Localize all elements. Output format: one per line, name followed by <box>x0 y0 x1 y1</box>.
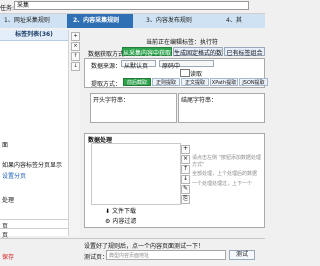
source-select[interactable]: 从默认页 <box>121 60 156 70</box>
process-list[interactable] <box>91 143 181 205</box>
process-hint-1: 请点击左侧 "按钮添加数据处理方式" <box>192 155 261 168</box>
end-string-box[interactable]: 结尾字符串： <box>178 93 265 123</box>
extract-tab-between[interactable]: 前后截取 <box>123 78 151 86</box>
process-toolbar: + × ↑ ↓ ✎ ⎘ <box>180 143 190 204</box>
left-line1: 面 <box>2 142 9 149</box>
bottom-bar: 设置好了规则后，点一个内容页面测试一下！ 测试页： 典型内容页面地址 测试 保存 <box>0 238 265 266</box>
move-down-icon[interactable]: ↓ <box>71 62 80 71</box>
test-hint: 设置好了规则后，点一个内容页面测试一下！ <box>84 243 205 250</box>
task-label: 任务: <box>0 5 15 12</box>
tab-content-rules[interactable]: 2、内容采集规则 <box>67 14 133 28</box>
data-process-section: 数据处理 + × ↑ ↓ ✎ ⎘ 请点击左侧 "按钮添加数据处理方式" 全部处理… <box>84 133 265 228</box>
copy-icon[interactable]: ⎘ <box>181 195 190 204</box>
source-label: 数据来源： <box>91 63 122 70</box>
move-up-icon[interactable]: ↑ <box>181 165 190 174</box>
end-string-label: 结尾字符串： <box>181 97 218 104</box>
current-label: 当前正在编辑标签：执行符 <box>146 39 219 46</box>
step-tabs: 1、网址采集规则 2、内容采集规则 3、内容发布规则 4、其 <box>0 14 265 28</box>
filter-row[interactable]: ⚙ 内容过滤 <box>105 216 136 225</box>
main-panel: 当前正在编辑标签：执行符 数据获取方式 从采集内容中获取数据 生成固定格式的数据… <box>80 30 268 236</box>
move-up-icon[interactable]: ↑ <box>71 52 80 61</box>
move-down-icon[interactable]: ↓ <box>181 175 190 184</box>
download-row[interactable]: ⬇ 文件下载 <box>105 206 136 215</box>
left-line4: 处理 <box>2 197 15 204</box>
fetch-mode-content[interactable]: 从采集内容中获取数据 <box>122 47 172 66</box>
tab-other[interactable]: 4、其 <box>226 14 266 28</box>
test-url-input[interactable]: 典型内容页面地址 <box>106 250 226 260</box>
source-section: 数据来源： 从默认页 原码中 读取 提取方式： 前后截取 正则提取 正文提取 X… <box>84 58 268 88</box>
extract-tab-json[interactable]: JSON提取 <box>239 78 268 86</box>
fetch-mode-combined[interactable]: 已有标签组合 <box>224 47 265 57</box>
task-bar: 任务: 采集 <box>0 0 265 14</box>
record-checkbox[interactable] <box>180 69 190 77</box>
left-line2: 如果内容标签分页显示 <box>2 162 63 169</box>
extract-label: 提取方式： <box>91 81 122 88</box>
tag-list-panel: 标签列表(36) + × ↑ ↓ 面 如果内容标签分页显示 设置分页 处理 页 … <box>0 30 80 239</box>
extract-tab-regex[interactable]: 正则提取 <box>152 78 180 86</box>
add-icon[interactable]: + <box>181 145 190 154</box>
record-label: 读取 <box>190 71 203 78</box>
task-name-input[interactable]: 采集 <box>14 1 249 10</box>
tag-list-toolbar: + × ↑ ↓ <box>68 30 80 236</box>
tab-url-rules[interactable]: 1、网址采集规则 <box>4 14 64 28</box>
fetch-mode-fixed[interactable]: 生成固定格式的数据 <box>173 47 223 66</box>
fetch-mode-label: 数据获取方式 <box>88 51 125 58</box>
delete-icon[interactable]: × <box>71 42 80 51</box>
tab-publish-rules[interactable]: 3、内容发布规则 <box>146 14 206 28</box>
delete-icon[interactable]: × <box>181 155 190 164</box>
process-hint-2: 全部处理，上个处理后的数据 <box>192 171 258 177</box>
download-icon: ⬇ <box>105 208 111 215</box>
extract-tabs: 前后截取 正则提取 正文提取 XPath提取 JSON提取 <box>123 78 268 87</box>
tag-list-header: 标签列表(36) <box>0 30 68 41</box>
filter-icon: ⚙ <box>105 218 111 225</box>
test-button[interactable]: 测试 <box>229 250 255 260</box>
set-pagination-link[interactable]: 设置分页 <box>2 171 26 180</box>
extract-tab-body[interactable]: 正文提取 <box>181 78 209 86</box>
edit-icon[interactable]: ✎ <box>181 185 190 194</box>
left-footer-b-row: 页 <box>0 228 68 239</box>
extract-tab-xpath[interactable]: XPath提取 <box>210 78 238 86</box>
start-string-label: 开头字符串： <box>93 97 130 104</box>
save-label[interactable]: 保存 <box>2 252 14 261</box>
source-select-2[interactable]: 原码中 <box>159 60 214 70</box>
add-icon[interactable]: + <box>71 32 80 41</box>
process-hint-3: 一个处理处理过，上下一个 <box>192 181 253 187</box>
start-string-box[interactable]: 开头字符串： <box>90 93 177 123</box>
test-label: 测试页： <box>84 254 109 261</box>
